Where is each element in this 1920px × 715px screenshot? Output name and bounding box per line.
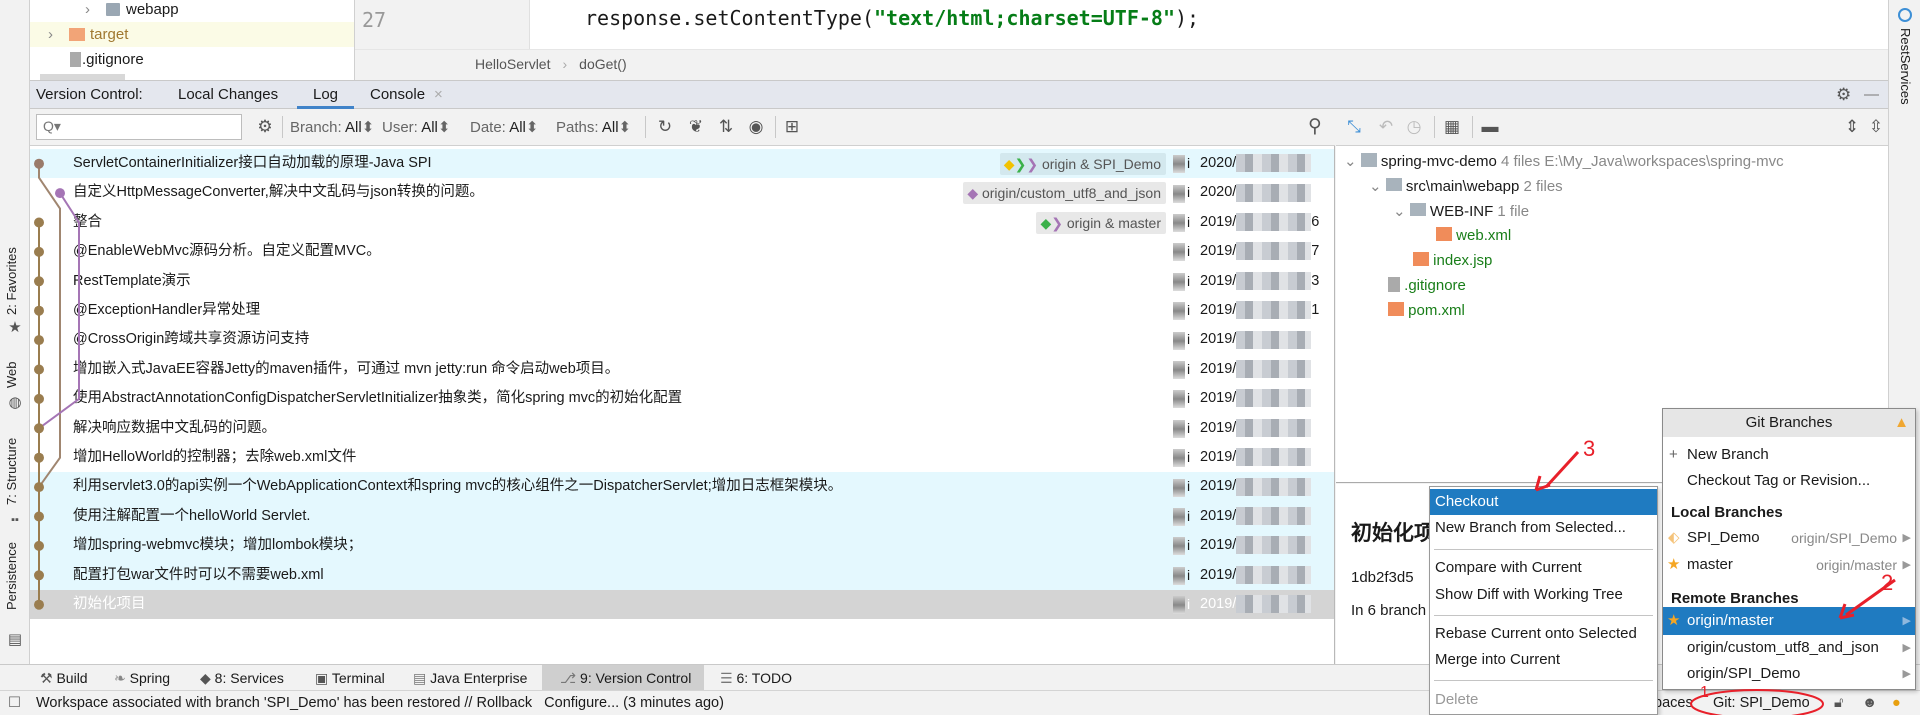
circle-annotation-1 <box>1690 689 1824 715</box>
arrow-annotation-3 <box>1544 450 1580 489</box>
annotation-overlay <box>1534 450 1896 715</box>
annotation-label: 2 <box>1881 570 1894 595</box>
annotation-label: 3 <box>1583 436 1596 461</box>
annotation-label: 1 <box>1700 684 1709 701</box>
